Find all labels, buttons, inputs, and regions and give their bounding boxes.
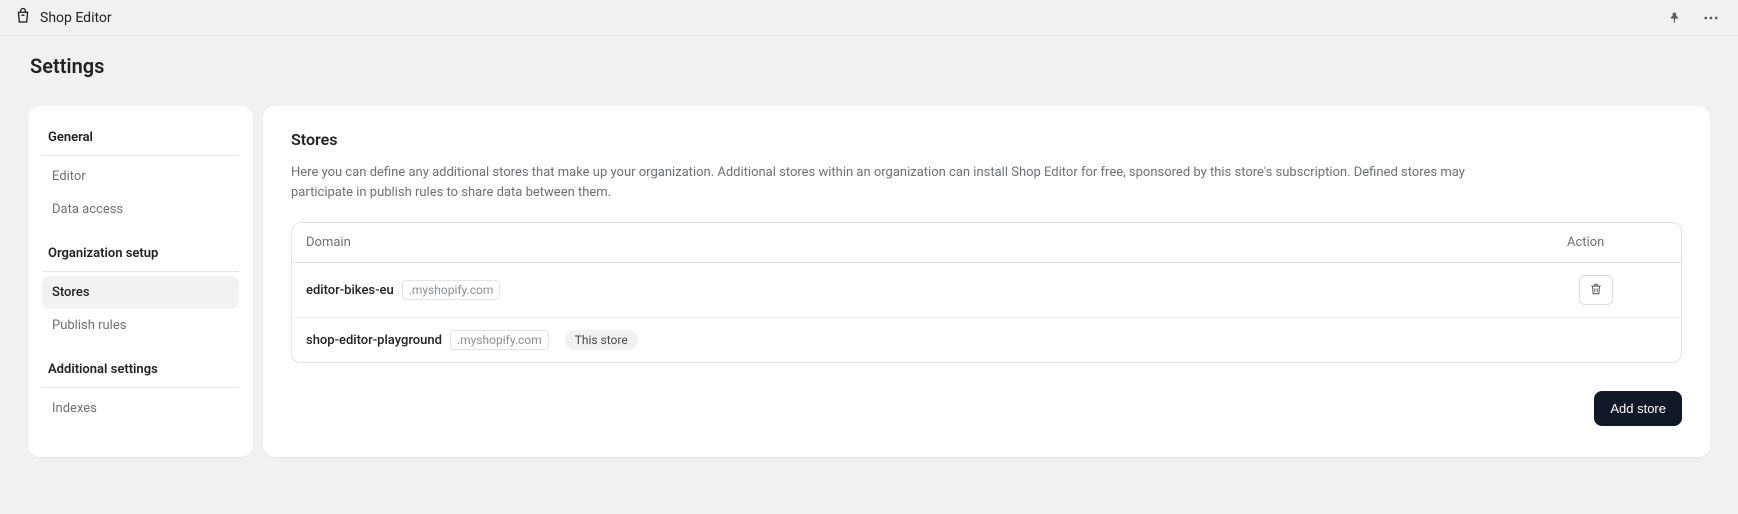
domain-suffix-badge: .myshopify.com	[450, 330, 549, 350]
store-domain-name: editor-bikes-eu	[306, 283, 394, 298]
sidebar-group-title: General	[42, 124, 239, 156]
stores-table: Domain Action editor-bikes-eu .myshopify…	[291, 222, 1682, 363]
page-title: Settings	[30, 54, 1708, 78]
section-title: Stores	[291, 130, 1682, 149]
sidebar-item-data-access[interactable]: Data access	[42, 193, 239, 226]
table-row: shop-editor-playground .myshopify.com Th…	[292, 318, 1681, 362]
sidebar-group-additional-settings: Additional settings Indexes	[42, 356, 239, 425]
sidebar-item-indexes[interactable]: Indexes	[42, 392, 239, 425]
content-area: General Editor Data access Organization …	[0, 92, 1738, 485]
sidebar-item-publish-rules[interactable]: Publish rules	[42, 309, 239, 342]
more-options-button[interactable]	[1698, 5, 1724, 31]
column-header-action: Action	[1567, 235, 1667, 250]
sidebar-group-organization-setup: Organization setup Stores Publish rules	[42, 240, 239, 342]
delete-store-button[interactable]	[1579, 275, 1613, 305]
sidebar-item-editor[interactable]: Editor	[42, 160, 239, 193]
sidebar-item-stores[interactable]: Stores	[42, 276, 239, 309]
top-bar-left: Shop Editor	[14, 7, 112, 29]
add-store-button[interactable]: Add store	[1594, 391, 1682, 426]
app-title: Shop Editor	[40, 10, 112, 26]
sidebar-group-general: General Editor Data access	[42, 124, 239, 226]
this-store-badge: This store	[565, 330, 638, 350]
action-cell	[1567, 275, 1667, 305]
domain-cell: shop-editor-playground .myshopify.com Th…	[306, 330, 1567, 350]
sidebar-group-title: Organization setup	[42, 240, 239, 272]
table-header: Domain Action	[292, 223, 1681, 263]
sidebar-group-title: Additional settings	[42, 356, 239, 388]
section-description: Here you can define any additional store…	[291, 163, 1511, 202]
top-bar-right	[1664, 5, 1724, 31]
store-domain-name: shop-editor-playground	[306, 333, 442, 348]
column-header-domain: Domain	[306, 235, 1567, 250]
footer-actions: Add store	[291, 391, 1682, 426]
stores-panel: Stores Here you can define any additiona…	[263, 106, 1710, 457]
trash-icon	[1589, 282, 1603, 299]
shopping-bag-icon	[14, 7, 32, 29]
pin-button[interactable]	[1664, 7, 1686, 29]
domain-suffix-badge: .myshopify.com	[402, 280, 501, 300]
top-bar: Shop Editor	[0, 0, 1738, 36]
domain-cell: editor-bikes-eu .myshopify.com	[306, 280, 1567, 300]
table-row: editor-bikes-eu .myshopify.com	[292, 263, 1681, 318]
settings-sidebar: General Editor Data access Organization …	[28, 106, 253, 457]
page-header: Settings	[0, 36, 1738, 92]
